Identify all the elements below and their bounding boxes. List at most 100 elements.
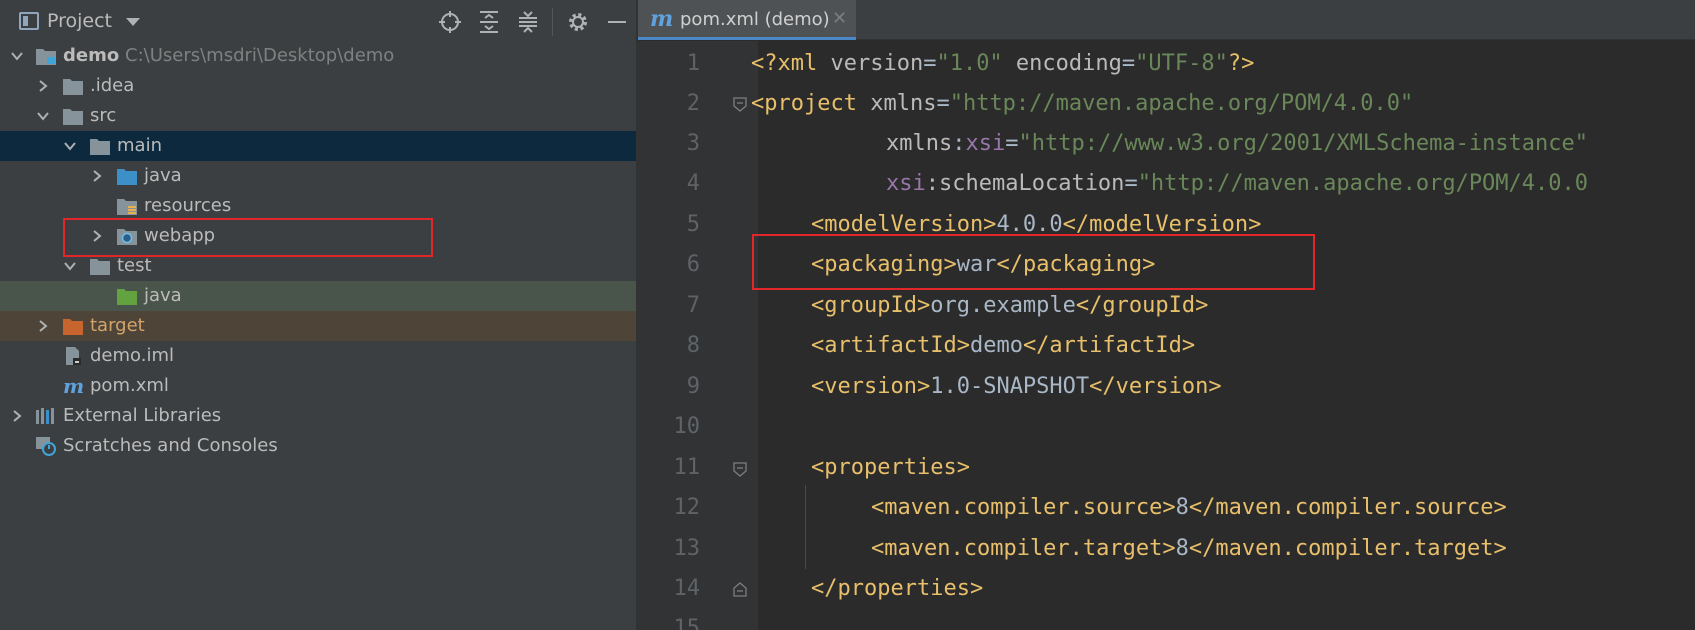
tree-item-label: demo.iml bbox=[90, 345, 174, 366]
tree-item-idea[interactable]: .idea bbox=[0, 71, 636, 101]
crosshair-icon[interactable] bbox=[437, 9, 463, 35]
tag-open: <artifactId> bbox=[811, 333, 970, 358]
line-number: 5 bbox=[686, 212, 700, 237]
tree-item-label: target bbox=[90, 315, 145, 336]
equals: = bbox=[923, 51, 937, 76]
code-line-3[interactable]: xmlns:xsi="http://www.w3.org/2001/XMLSch… bbox=[886, 131, 1588, 157]
chevron-right-icon[interactable] bbox=[9, 408, 25, 424]
highlight-box-webapp bbox=[63, 218, 433, 257]
chevron-right-icon[interactable] bbox=[89, 168, 105, 184]
tag-open: <project bbox=[751, 91, 871, 116]
attr-value: "UTF-8" bbox=[1135, 51, 1228, 76]
folder-icon bbox=[89, 256, 111, 276]
chevron-down-icon[interactable] bbox=[126, 18, 140, 26]
tree-item-external-libraries[interactable]: External Libraries bbox=[0, 401, 636, 431]
code-line-7[interactable]: <groupId>org.example</groupId> bbox=[811, 293, 1208, 319]
chevron-down-icon[interactable] bbox=[35, 108, 51, 124]
tree-item-src[interactable]: src bbox=[0, 101, 636, 131]
attr-name: encoding bbox=[1002, 51, 1122, 76]
equals: = bbox=[1124, 171, 1138, 196]
tag-close: </artifactId> bbox=[1022, 333, 1196, 358]
chevron-down-icon[interactable] bbox=[62, 258, 78, 274]
minimize-icon[interactable] bbox=[604, 9, 630, 35]
code-line-1[interactable]: <?xml version="1.0" encoding="UTF-8"?> bbox=[751, 51, 1254, 77]
tree-item-demo-iml[interactable]: demo.iml bbox=[0, 341, 636, 371]
code-line-14[interactable]: </properties> bbox=[811, 576, 983, 602]
tag-open: <version> bbox=[811, 374, 931, 399]
tree-item-pom-xml[interactable]: m pom.xml bbox=[0, 371, 636, 401]
tag-value: demo bbox=[969, 333, 1023, 358]
fold-end-icon[interactable] bbox=[732, 582, 748, 598]
fold-collapse-icon[interactable] bbox=[732, 461, 748, 477]
fold-collapse-icon[interactable] bbox=[732, 96, 748, 112]
excluded-folder-icon bbox=[62, 316, 84, 336]
tree-item-scratches[interactable]: Scratches and Consoles bbox=[0, 431, 636, 461]
tag-close: </groupId> bbox=[1075, 293, 1209, 318]
tree-item-label: test bbox=[117, 255, 152, 276]
code-line-9[interactable]: <version>1.0-SNAPSHOT</version> bbox=[811, 374, 1222, 400]
tree-item-label: Scratches and Consoles bbox=[63, 435, 278, 456]
toolbar-separator bbox=[552, 8, 553, 36]
attr-value: "http://maven.apache.org/POM/4.0.0 bbox=[1137, 171, 1589, 196]
tree-item-java-test[interactable]: java bbox=[0, 281, 636, 311]
chevron-right-icon[interactable] bbox=[35, 318, 51, 334]
svg-text:m: m bbox=[63, 376, 84, 396]
project-panel-header: Project bbox=[0, 0, 636, 42]
equals: = bbox=[1005, 131, 1019, 156]
line-number: 14 bbox=[673, 576, 701, 601]
tree-item-target[interactable]: target bbox=[0, 311, 636, 341]
tree-item-label: src bbox=[90, 105, 117, 126]
library-icon bbox=[35, 406, 57, 426]
project-view-icon bbox=[19, 12, 39, 30]
tree-item-main[interactable]: main bbox=[0, 131, 636, 161]
tree-item-demo[interactable]: demo C:\Users\msdri\Desktop\demo bbox=[0, 41, 636, 71]
tag-open: <properties> bbox=[811, 455, 970, 480]
tab-pom-xml[interactable]: m pom.xml (demo) ✕ bbox=[638, 0, 856, 40]
folder-icon bbox=[89, 136, 111, 156]
line-number: 15 bbox=[673, 616, 701, 630]
tab-label: pom.xml (demo) bbox=[680, 9, 830, 30]
code-line-11[interactable]: <properties> bbox=[811, 455, 970, 481]
tree-item-label: demo bbox=[63, 45, 120, 66]
code-line-13[interactable]: <maven.compiler.target>8</maven.compiler… bbox=[871, 536, 1507, 562]
tag-open: <maven.compiler.source> bbox=[871, 495, 1176, 520]
tree-item-java-main[interactable]: java bbox=[0, 161, 636, 191]
attr-value: "http://www.w3.org/2001/XMLSchema-instan… bbox=[1018, 131, 1589, 156]
expand-all-icon[interactable] bbox=[476, 9, 502, 35]
tree-item-label: pom.xml bbox=[90, 375, 169, 396]
line-number: 12 bbox=[673, 495, 701, 520]
xml-decl-open: <?xml bbox=[751, 51, 831, 76]
tag-value: org.example bbox=[930, 293, 1076, 318]
source-folder-icon bbox=[116, 166, 138, 186]
tree-item-resources[interactable]: resources bbox=[0, 191, 636, 221]
gear-icon[interactable] bbox=[565, 9, 591, 35]
close-icon[interactable]: ✕ bbox=[832, 8, 847, 30]
equals: = bbox=[1121, 51, 1136, 76]
chevron-down-icon[interactable] bbox=[62, 138, 78, 154]
line-number: 9 bbox=[686, 374, 700, 399]
equals: = bbox=[936, 91, 950, 116]
code-line-8[interactable]: <artifactId>demo</artifactId> bbox=[811, 333, 1195, 359]
code-line-2[interactable]: <project xmlns="http://maven.apache.org/… bbox=[751, 91, 1413, 117]
chevron-down-icon[interactable] bbox=[9, 48, 25, 64]
line-number: 8 bbox=[686, 333, 700, 358]
maven-file-icon: m bbox=[62, 374, 84, 398]
code-line-12[interactable]: <maven.compiler.source>8</maven.compiler… bbox=[871, 495, 1507, 521]
module-folder-icon bbox=[35, 46, 57, 66]
tag-open: <maven.compiler.target> bbox=[871, 536, 1176, 561]
chevron-right-icon[interactable] bbox=[35, 78, 51, 94]
namespace: xsi bbox=[886, 171, 926, 196]
tag-value: 8 bbox=[1175, 495, 1189, 520]
attr-name: xmlns bbox=[886, 131, 953, 156]
colon: : bbox=[952, 131, 966, 156]
line-number: 11 bbox=[673, 455, 701, 480]
tag-close: </properties> bbox=[811, 576, 984, 601]
line-number: 3 bbox=[686, 131, 700, 156]
project-path: C:\Users\msdri\Desktop\demo bbox=[125, 45, 395, 66]
project-view-title[interactable]: Project bbox=[47, 10, 112, 32]
attr-name: version bbox=[830, 51, 924, 76]
code-line-4[interactable]: xsi:schemaLocation="http://maven.apache.… bbox=[886, 171, 1588, 197]
editor-tab-bar: m pom.xml (demo) ✕ bbox=[638, 0, 1695, 40]
tree-item-label: .idea bbox=[90, 75, 135, 96]
collapse-all-icon[interactable] bbox=[515, 9, 541, 35]
